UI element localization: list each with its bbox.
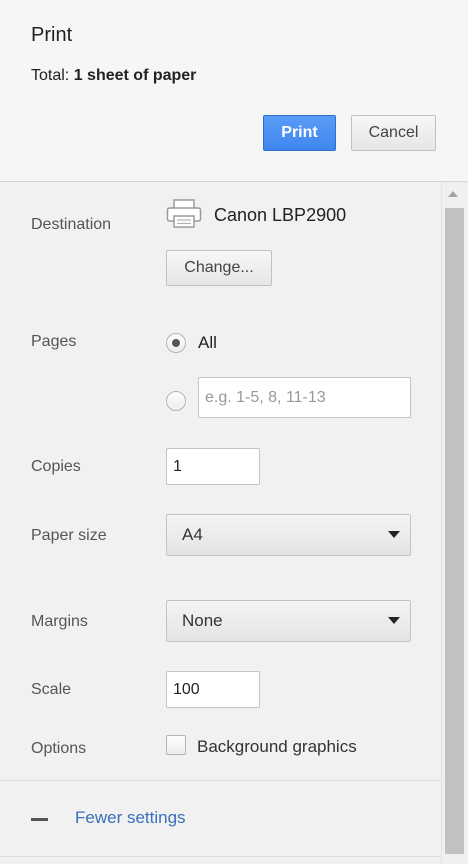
margins-value: None: [182, 611, 223, 630]
total-value: 1 sheet of paper: [73, 67, 197, 84]
divider: [0, 856, 441, 857]
collapse-minus-icon[interactable]: [31, 818, 48, 821]
pages-all-radio[interactable]: [166, 333, 186, 353]
printer-icon: [166, 199, 202, 228]
background-graphics-checkbox[interactable]: [166, 735, 186, 755]
chevron-down-icon: [388, 617, 400, 624]
copies-input[interactable]: 1: [166, 448, 260, 485]
paper-size-select[interactable]: A4: [166, 514, 411, 556]
background-graphics-label[interactable]: Background graphics: [197, 737, 357, 757]
chevron-down-icon: [388, 531, 400, 538]
scale-label: Scale: [31, 681, 72, 698]
page-title: Print: [31, 24, 73, 46]
total-sheets: Total: 1 sheet of paper: [31, 67, 196, 85]
scroll-up-arrow-icon[interactable]: [448, 191, 458, 197]
options-label: Options: [31, 740, 87, 757]
destination-label: Destination: [31, 216, 112, 233]
total-label: Total:: [31, 67, 70, 84]
scale-input[interactable]: 100: [166, 671, 260, 708]
divider: [0, 780, 441, 781]
pages-custom-radio[interactable]: [166, 391, 186, 411]
scrollbar-thumb[interactable]: [445, 208, 464, 854]
pages-all-label[interactable]: All: [198, 333, 217, 353]
pages-label: Pages: [31, 333, 77, 350]
cancel-button[interactable]: Cancel: [351, 115, 436, 151]
copies-label: Copies: [31, 458, 81, 475]
margins-label: Margins: [31, 613, 88, 630]
margins-select[interactable]: None: [166, 600, 411, 642]
paper-size-value: A4: [182, 525, 203, 544]
paper-size-label: Paper size: [31, 527, 107, 544]
change-destination-button[interactable]: Change...: [166, 250, 272, 286]
fewer-settings-link[interactable]: Fewer settings: [75, 808, 186, 828]
pages-custom-input[interactable]: e.g. 1-5, 8, 11-13: [198, 377, 411, 418]
printer-name: Canon LBP2900: [214, 205, 347, 225]
print-button[interactable]: Print: [263, 115, 336, 151]
